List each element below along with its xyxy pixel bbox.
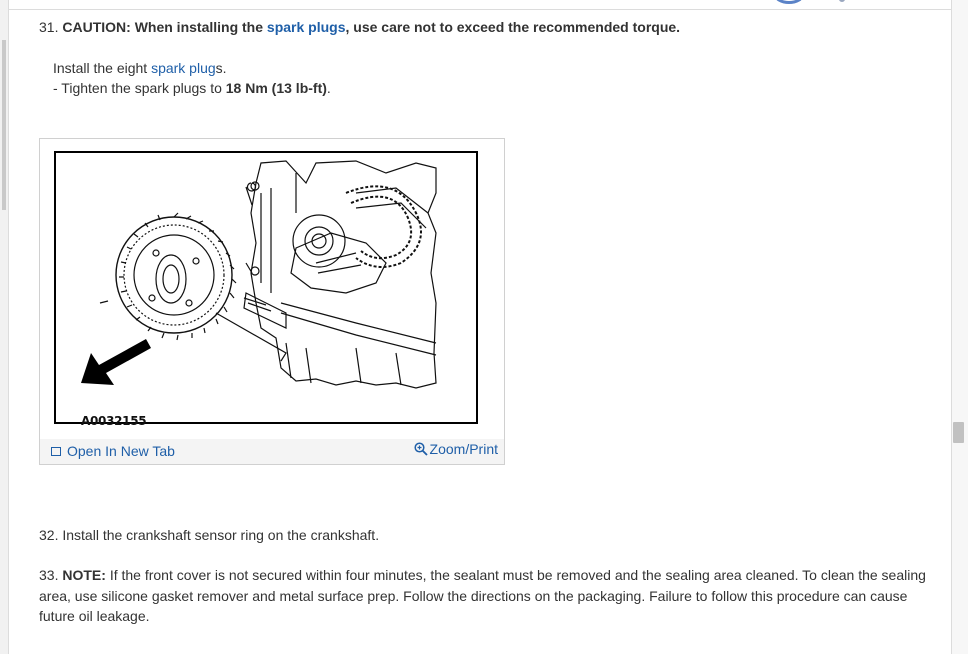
step-number: 31. (39, 19, 59, 35)
open-in-new-tab-label: Open In New Tab (67, 443, 175, 459)
note-label: NOTE: (62, 567, 106, 583)
zoom-icon (413, 442, 428, 456)
engine-line-drawing (81, 160, 437, 389)
step-number: 33. (39, 567, 59, 583)
open-in-new-tab-link[interactable]: Open In New Tab (51, 443, 175, 459)
step-33: 33. NOTE: If the front cover is not secu… (39, 565, 939, 627)
top-toolbar-strip (9, 0, 951, 10)
substep-text: - Tighten the spark plugs to (53, 80, 222, 96)
figure-footer: Open In New Tab Zoom/Print (40, 439, 504, 464)
figure-card: A0032155 Open In New Tab Zoom/Print (39, 138, 505, 465)
open-tab-icon (51, 447, 61, 456)
crankshaft-sensor-ring-illustration: A0032155 (54, 151, 478, 428)
step-number: 32. (39, 527, 59, 543)
left-scroll-thumb[interactable] (2, 40, 6, 210)
step-32: 32. Install the crankshaft sensor ring o… (39, 525, 379, 545)
torque-value: 18 Nm (13 lb-ft) (225, 80, 327, 96)
note-text: If the front cover is not secured within… (39, 567, 926, 624)
zoom-print-link[interactable]: Zoom/Print (413, 441, 498, 457)
zoom-print-label: Zoom/Print (429, 441, 498, 457)
substep-end: . (326, 80, 331, 96)
toolbar-dot-icon[interactable] (839, 0, 845, 2)
step-text: Install the crankshaft sensor ring on th… (62, 527, 380, 543)
spark-plugs-link[interactable]: spark plugs (267, 19, 346, 35)
torque-substep: - Tighten the spark plugs to 18 Nm (13 l… (53, 78, 331, 98)
caution-text: When installing the (134, 19, 264, 35)
figure-code: A0032155 (81, 414, 147, 428)
left-scroll-rail[interactable] (0, 0, 8, 654)
install-instruction: Install the eight spark plugs. (53, 58, 227, 78)
instruction-text-end: s. (215, 60, 227, 76)
content-left-border (8, 0, 9, 654)
instruction-text: Install the eight (53, 60, 148, 76)
avatar[interactable] (774, 0, 804, 4)
vertical-scrollbar[interactable] (952, 0, 968, 654)
figure-image[interactable]: A0032155 (40, 139, 504, 439)
step-31: 31. CAUTION: When installing the spark p… (39, 17, 680, 37)
caution-text-end: , use care not to exceed the recommended… (345, 19, 681, 35)
caution-label: CAUTION: (62, 19, 131, 35)
spark-plug-link[interactable]: spark plug (151, 60, 216, 76)
scrollbar-thumb[interactable] (953, 422, 964, 443)
